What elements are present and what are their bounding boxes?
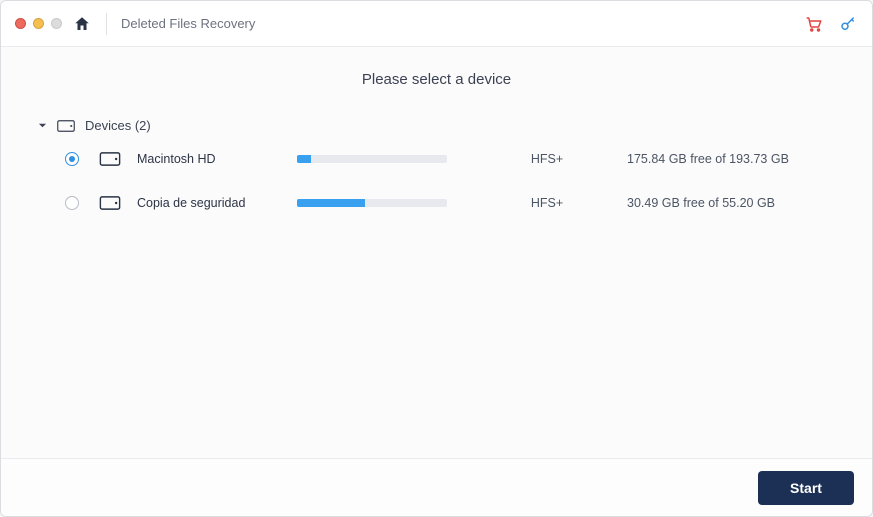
disk-icon <box>99 195 121 211</box>
usage-bar-fill <box>297 155 311 163</box>
start-button[interactable]: Start <box>758 471 854 505</box>
chevron-down-icon <box>37 121 47 131</box>
window-controls <box>15 18 62 29</box>
page-title: Deleted Files Recovery <box>121 16 255 31</box>
device-row[interactable]: Copia de seguridad HFS+ 30.49 GB free of 5… <box>37 181 836 225</box>
device-free-space: 30.49 GB free of 55.20 GB <box>627 196 836 210</box>
device-free-space: 175.84 GB free of 193.73 GB <box>627 152 836 166</box>
select-device-heading: Please select a device <box>37 71 836 88</box>
usage-bar <box>297 155 447 163</box>
disk-icon <box>99 151 121 167</box>
device-list: Macintosh HD HFS+ 175.84 GB free of 193.73… <box>37 137 836 225</box>
divider <box>106 13 107 35</box>
device-radio[interactable] <box>65 152 79 166</box>
device-row[interactable]: Macintosh HD HFS+ 175.84 GB free of 193.73… <box>37 137 836 181</box>
device-radio[interactable] <box>65 196 79 210</box>
key-icon[interactable] <box>838 14 858 34</box>
cart-icon[interactable] <box>804 14 824 34</box>
close-window-button[interactable] <box>15 18 26 29</box>
home-icon[interactable] <box>72 14 92 34</box>
usage-bar-fill <box>297 199 365 207</box>
devices-group-label: Devices (2) <box>85 118 151 133</box>
device-name: Copia de seguridad <box>137 196 287 210</box>
usage-bar <box>297 199 447 207</box>
device-filesystem: HFS+ <box>477 152 617 166</box>
footer: Start <box>1 458 872 516</box>
titlebar: Deleted Files Recovery <box>1 1 872 47</box>
maximize-window-button[interactable] <box>51 18 62 29</box>
app-window: Deleted Files Recovery Please select a d… <box>0 0 873 517</box>
device-filesystem: HFS+ <box>477 196 617 210</box>
device-name: Macintosh HD <box>137 152 287 166</box>
main-content: Please select a device Devices (2) Macin… <box>1 47 872 458</box>
devices-group-header[interactable]: Devices (2) <box>37 114 836 137</box>
minimize-window-button[interactable] <box>33 18 44 29</box>
disk-icon <box>57 119 75 133</box>
